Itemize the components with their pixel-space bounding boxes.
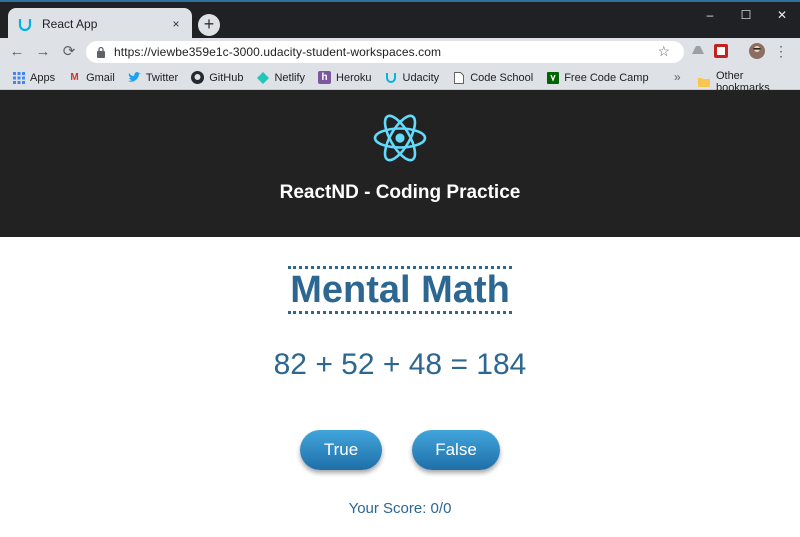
bookmark-udacity[interactable]: Udacity xyxy=(385,71,440,84)
twitter-icon xyxy=(127,71,141,84)
equation-text: 82 + 52 + 48 = 184 xyxy=(273,348,527,381)
bookmark-code-school[interactable]: Code School xyxy=(452,71,533,84)
forward-button[interactable]: → xyxy=(32,41,54,63)
browser-toolbar: ← → ⟳ https://viewbe359e1c-3000.udacity-… xyxy=(0,38,800,66)
score-text: Your Score: 0/0 xyxy=(348,500,452,517)
document-icon xyxy=(452,71,465,84)
bookmark-gmail[interactable]: M Gmail xyxy=(68,71,115,84)
bookmark-label: Heroku xyxy=(336,71,372,84)
bookmark-netlify[interactable]: Netlify xyxy=(256,71,305,84)
browser-tab[interactable]: React App × xyxy=(8,8,192,40)
minimize-button[interactable]: – xyxy=(692,6,728,24)
udacity-icon xyxy=(385,71,398,84)
browser-menu-icon[interactable]: ⋮ xyxy=(774,43,788,60)
bookmark-label: Netlify xyxy=(274,71,306,84)
reload-button[interactable]: ⟳ xyxy=(58,41,80,63)
bookmark-label: Udacity xyxy=(402,71,440,84)
react-logo-icon xyxy=(373,114,427,162)
app-header: ReactND - Coding Practice xyxy=(0,90,800,237)
freecodecamp-icon xyxy=(546,71,559,84)
bookmark-label: Free Code Camp xyxy=(564,71,649,84)
browser-titlebar: React App × + – ☐ ✕ xyxy=(0,0,800,40)
bookmarks-bar: Apps M Gmail Twitter GitHub Netlify h He… xyxy=(0,66,800,94)
udacity-favicon-icon xyxy=(18,17,32,31)
profile-avatar[interactable] xyxy=(749,43,765,59)
folder-icon xyxy=(698,78,710,87)
address-bar[interactable]: https://viewbe359e1c-3000.udacity-studen… xyxy=(86,41,684,63)
bookmark-label: Gmail xyxy=(86,71,115,84)
bookmark-github[interactable]: GitHub xyxy=(191,71,243,84)
bookmark-star-icon[interactable]: ☆ xyxy=(657,43,670,60)
new-tab-button[interactable]: + xyxy=(198,14,220,36)
url-text: https://viewbe359e1c-3000.udacity-studen… xyxy=(114,45,442,59)
bookmark-heroku[interactable]: h Heroku xyxy=(318,71,372,84)
bookmark-label: Code School xyxy=(470,71,534,84)
game-title-wrapper: Mental Math xyxy=(0,266,800,314)
apps-grid-icon xyxy=(12,71,25,84)
github-icon xyxy=(191,71,205,84)
tab-title: React App xyxy=(42,17,98,31)
bookmark-label: GitHub xyxy=(209,71,244,84)
gmail-icon: M xyxy=(70,72,79,83)
heroku-icon: h xyxy=(318,71,332,84)
more-bookmarks-icon[interactable]: » xyxy=(674,70,681,84)
netlify-icon xyxy=(256,71,269,84)
bookmark-label: Apps xyxy=(30,71,56,84)
game-title: Mental Math xyxy=(288,266,512,314)
bookmark-apps[interactable]: Apps xyxy=(12,71,55,84)
bookmark-label: Twitter xyxy=(145,71,179,84)
back-button[interactable]: ← xyxy=(6,41,28,63)
drive-extension-icon[interactable] xyxy=(690,43,706,59)
close-window-button[interactable]: ✕ xyxy=(764,6,800,24)
tab-close-icon[interactable]: × xyxy=(168,16,184,32)
maximize-button[interactable]: ☐ xyxy=(728,6,764,24)
bookmark-free-code-camp[interactable]: Free Code Camp xyxy=(546,71,649,84)
lock-icon xyxy=(97,46,105,58)
app-title: ReactND - Coding Practice xyxy=(279,182,521,203)
false-button[interactable]: False xyxy=(412,430,500,470)
pdf-extension-icon[interactable] xyxy=(713,43,729,59)
true-button[interactable]: True xyxy=(300,430,382,470)
bookmark-twitter[interactable]: Twitter xyxy=(127,71,179,84)
